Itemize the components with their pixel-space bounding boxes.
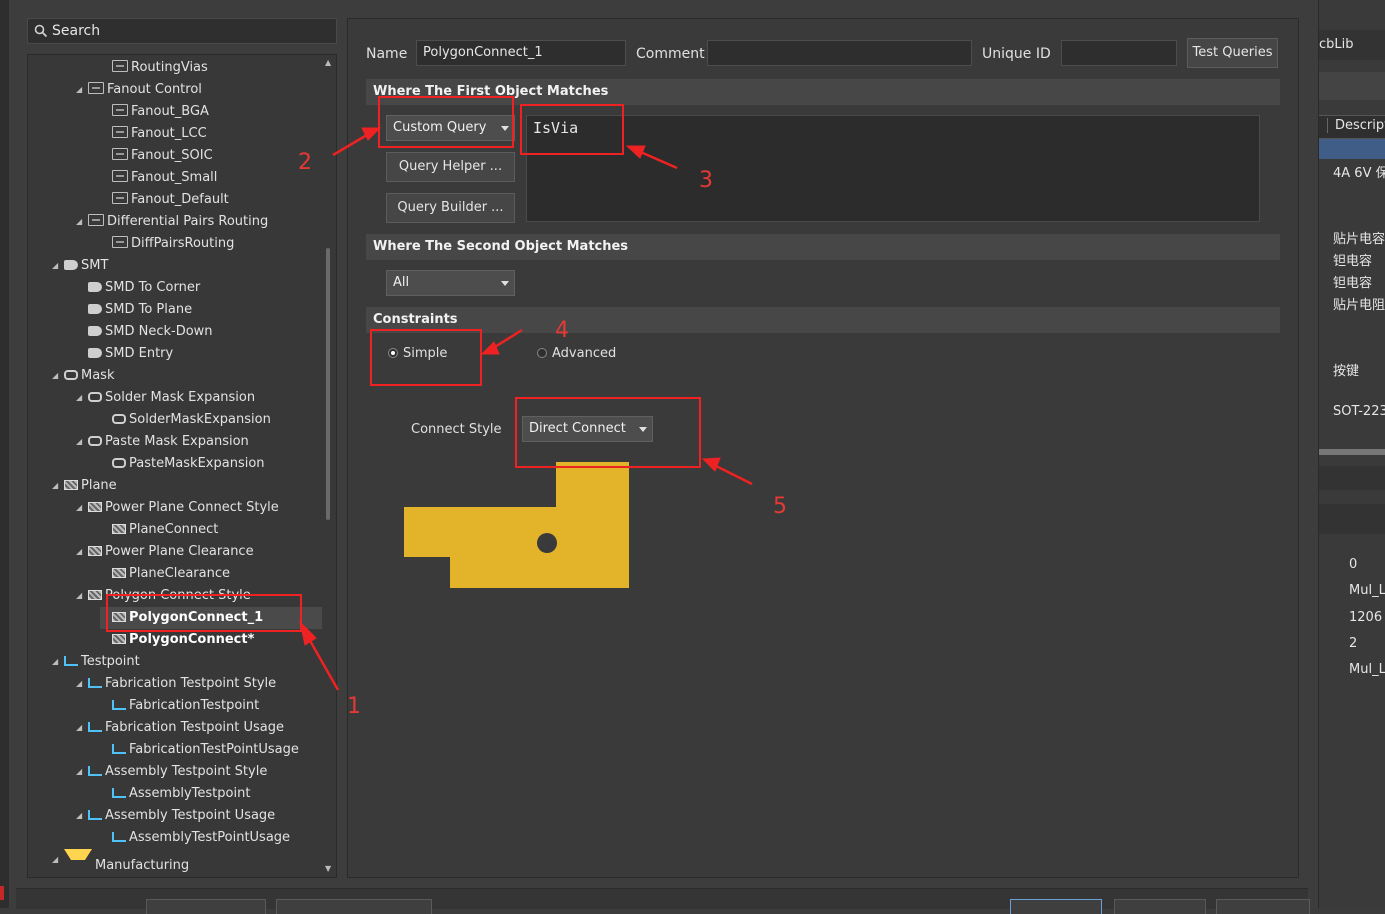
- background-window-strip: cbLib Descript 4A 6V 保贴片电容 钽电容 钽电容 贴片电阻 按键 SO…: [1318, 0, 1385, 908]
- strip-property-value: 0: [1349, 557, 1358, 572]
- strip-column-label: Descript: [1327, 118, 1385, 133]
- strip-list-item[interactable]: 贴片电容: [1333, 228, 1385, 247]
- bottom-button-1[interactable]: [146, 899, 266, 914]
- strip-list-item[interactable]: 钽电容: [1333, 272, 1372, 291]
- strip-panel-bar-2: [1319, 504, 1385, 534]
- strip-panel-bar: [1319, 466, 1385, 490]
- bottom-button-apply[interactable]: [1216, 899, 1310, 914]
- strip-property-value: Mul_L: [1349, 583, 1385, 598]
- annotation-number-3: 3: [699, 168, 713, 193]
- strip-list-item[interactable]: 钽电容: [1333, 250, 1372, 269]
- bottom-button-2[interactable]: [276, 899, 432, 914]
- strip-column-header: Descript: [1319, 115, 1385, 139]
- strip-list-item[interactable]: 贴片电阻: [1333, 294, 1385, 313]
- bottom-button-cancel[interactable]: [1114, 899, 1206, 914]
- strip-list-item[interactable]: 按键: [1333, 360, 1359, 379]
- strip-title: cbLib: [1319, 37, 1354, 52]
- strip-scrollbar[interactable]: [1319, 449, 1385, 455]
- strip-selected-row[interactable]: [1319, 139, 1385, 159]
- strip-toolbar: [1319, 72, 1385, 100]
- strip-property-value: 1206: [1349, 610, 1383, 625]
- strip-property-value: Mul_L: [1349, 662, 1385, 677]
- annotation-number-5: 5: [773, 494, 787, 519]
- annotation-number-2: 2: [298, 150, 312, 175]
- bottom-button-ok[interactable]: [1010, 899, 1102, 914]
- strip-property-value: 2: [1349, 636, 1358, 651]
- taskbar-red-mark: [0, 886, 4, 900]
- strip-list-item[interactable]: SOT-223: [1333, 404, 1385, 419]
- strip-list-item[interactable]: 4A 6V 保: [1333, 162, 1385, 181]
- dialog-bottom-bar: [16, 888, 1310, 914]
- annotation-number-1: 1: [347, 694, 361, 719]
- annotation-number-4: 4: [555, 318, 569, 343]
- annotation-arrows: [299, 127, 753, 691]
